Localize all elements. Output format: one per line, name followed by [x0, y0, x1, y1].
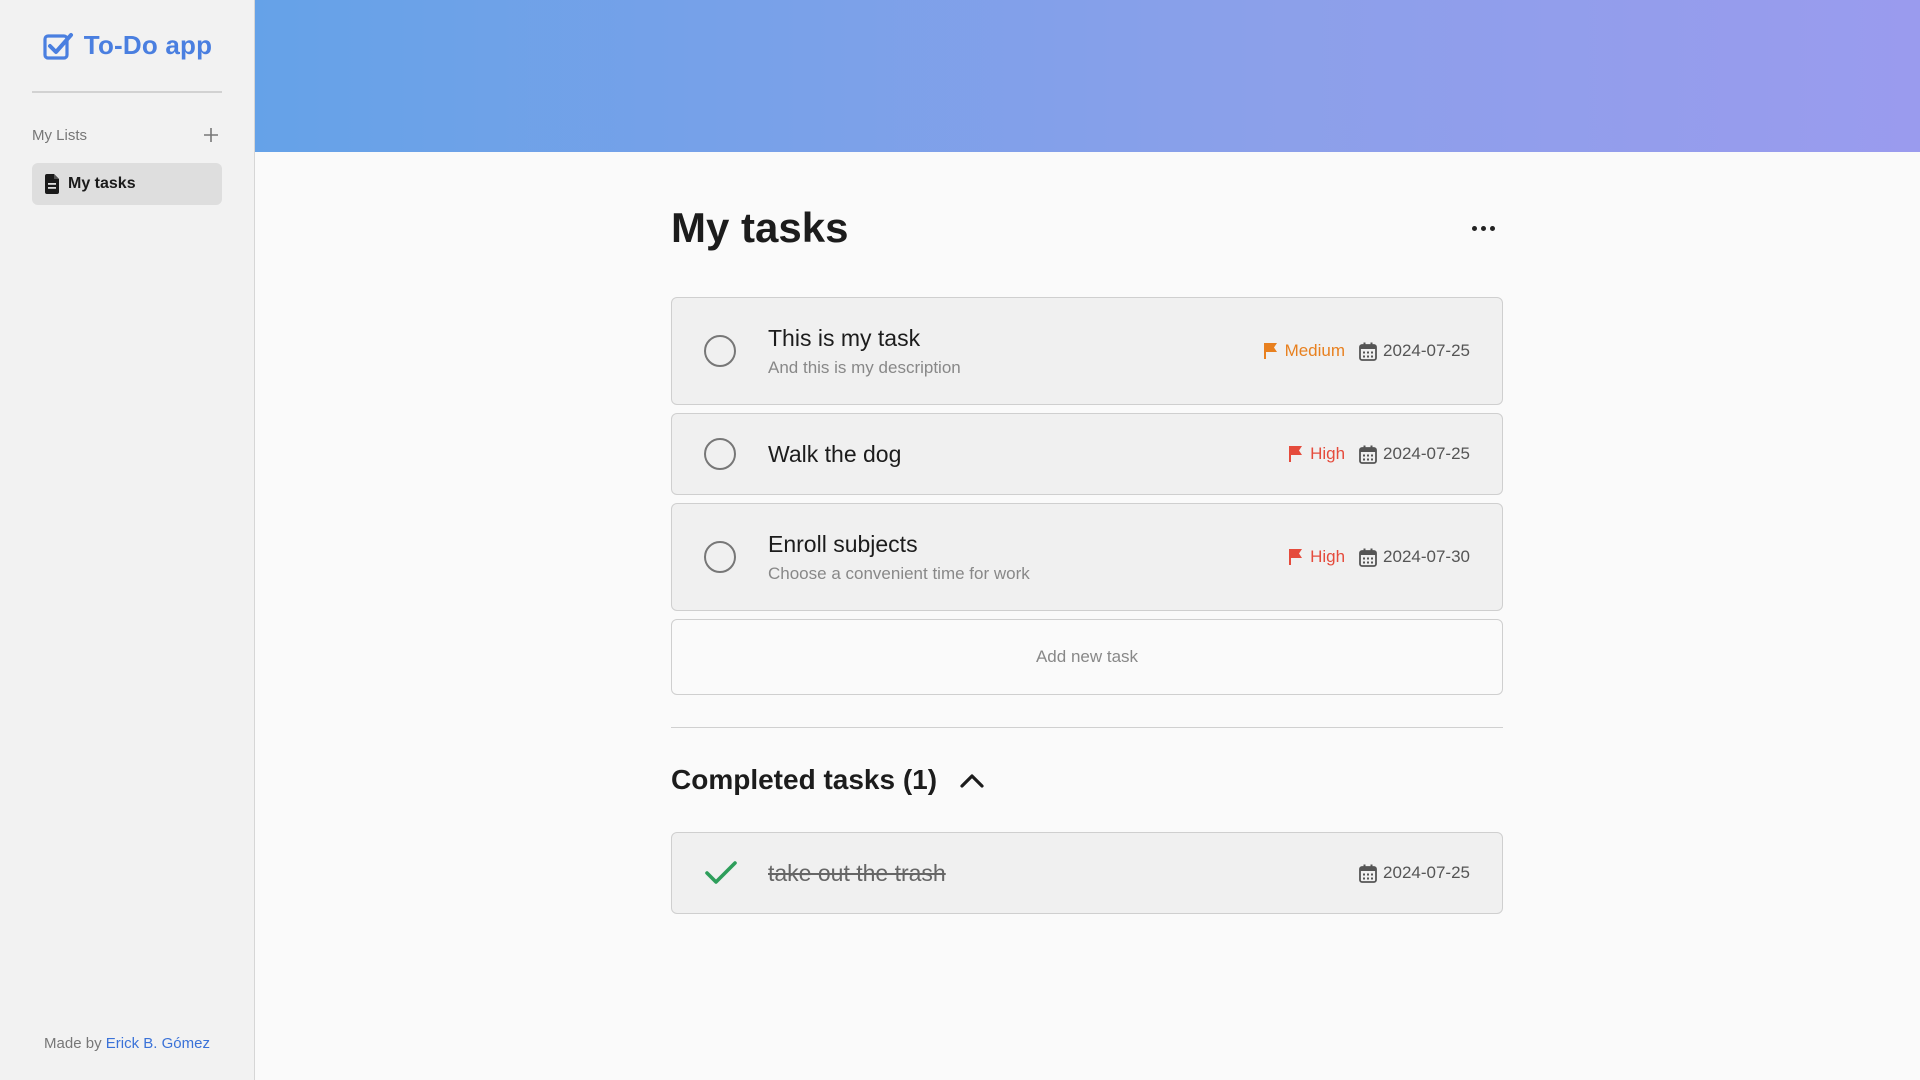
- more-options-button[interactable]: [1463, 208, 1503, 248]
- main-panel: My tasks This is my task And this is my …: [255, 0, 1920, 1080]
- due-date-text: 2024-07-30: [1383, 547, 1470, 566]
- calendar-icon: [1359, 445, 1377, 464]
- calendar-icon: [1359, 342, 1377, 361]
- flag-icon: [1263, 343, 1277, 359]
- task-content: My tasks This is my task And this is my …: [671, 204, 1503, 914]
- task-item[interactable]: This is my task And this is my descripti…: [671, 297, 1503, 405]
- flag-icon: [1289, 549, 1303, 565]
- add-task-button[interactable]: Add new task: [671, 619, 1503, 695]
- calendar-icon: [1359, 864, 1377, 883]
- due-date: 2024-07-30: [1359, 547, 1470, 567]
- priority-badge: High: [1288, 547, 1345, 567]
- calendar-icon: [1359, 548, 1377, 567]
- ellipsis-icon: [1471, 225, 1477, 231]
- title-row: My tasks: [671, 204, 1503, 252]
- completed-list: take out the trash 2024-07-25: [671, 832, 1503, 914]
- task-checkbox[interactable]: [704, 335, 736, 367]
- task-checkbox[interactable]: [704, 541, 736, 573]
- header-banner: [255, 0, 1920, 152]
- completed-section-toggle[interactable]: Completed tasks (1): [671, 762, 1503, 798]
- priority-label: High: [1310, 547, 1346, 566]
- due-date: 2024-07-25: [1359, 444, 1470, 464]
- task-list: This is my task And this is my descripti…: [671, 297, 1503, 695]
- footer-prefix: Made by: [44, 1035, 102, 1052]
- brand-title: To-Do app: [83, 30, 213, 60]
- due-date: 2024-07-25: [1359, 863, 1470, 883]
- sidebar-item-label: My tasks: [68, 175, 136, 192]
- document-icon: [44, 174, 60, 194]
- due-date-text: 2024-07-25: [1383, 341, 1470, 360]
- task-title: Enroll subjects: [768, 530, 918, 557]
- add-list-button[interactable]: [200, 124, 222, 146]
- priority-badge: High: [1288, 444, 1345, 464]
- plus-icon: [204, 128, 218, 142]
- sidebar: To-Do app My Lists My tasks Made by Eric…: [0, 0, 255, 1080]
- footer: Made by Erick B. Gómez: [0, 1035, 254, 1052]
- priority-label: High: [1310, 444, 1346, 463]
- due-date: 2024-07-25: [1359, 341, 1470, 361]
- section-divider: [671, 727, 1503, 728]
- task-checkbox[interactable]: [704, 438, 736, 470]
- chevron-up-icon: [960, 774, 984, 788]
- priority-badge: Medium: [1263, 341, 1345, 361]
- task-title: Walk the dog: [768, 440, 902, 467]
- author-link[interactable]: Erick B. Gómez: [106, 1035, 210, 1052]
- brand: To-Do app: [32, 0, 222, 93]
- flag-icon: [1289, 446, 1303, 462]
- task-meta: Medium 2024-07-25: [1263, 341, 1470, 361]
- due-date-text: 2024-07-25: [1383, 863, 1470, 882]
- check-mark-icon[interactable]: [704, 859, 738, 887]
- completed-task-item[interactable]: take out the trash 2024-07-25: [671, 832, 1503, 914]
- task-description: And this is my description: [768, 357, 961, 377]
- completed-task-title: take out the trash: [768, 859, 946, 886]
- app-root: To-Do app My Lists My tasks Made by Eric…: [0, 0, 1920, 1080]
- task-description: Choose a convenient time for work: [768, 563, 1030, 583]
- checkbox-icon: [42, 30, 74, 62]
- task-item[interactable]: Enroll subjects Choose a convenient time…: [671, 503, 1503, 611]
- lists-label: My Lists: [32, 126, 88, 144]
- sidebar-item-my-tasks[interactable]: My tasks: [32, 163, 222, 205]
- priority-label: Medium: [1284, 341, 1346, 360]
- task-item[interactable]: Walk the dog High 2024-07-25: [671, 413, 1503, 495]
- completed-title: Completed tasks (1): [671, 764, 938, 795]
- task-title: This is my task: [768, 324, 921, 351]
- due-date-text: 2024-07-25: [1383, 444, 1470, 463]
- task-meta: High: [1288, 444, 1470, 464]
- lists-header: My Lists: [32, 123, 222, 147]
- page-title: My tasks: [671, 204, 849, 251]
- task-meta: High: [1288, 547, 1470, 567]
